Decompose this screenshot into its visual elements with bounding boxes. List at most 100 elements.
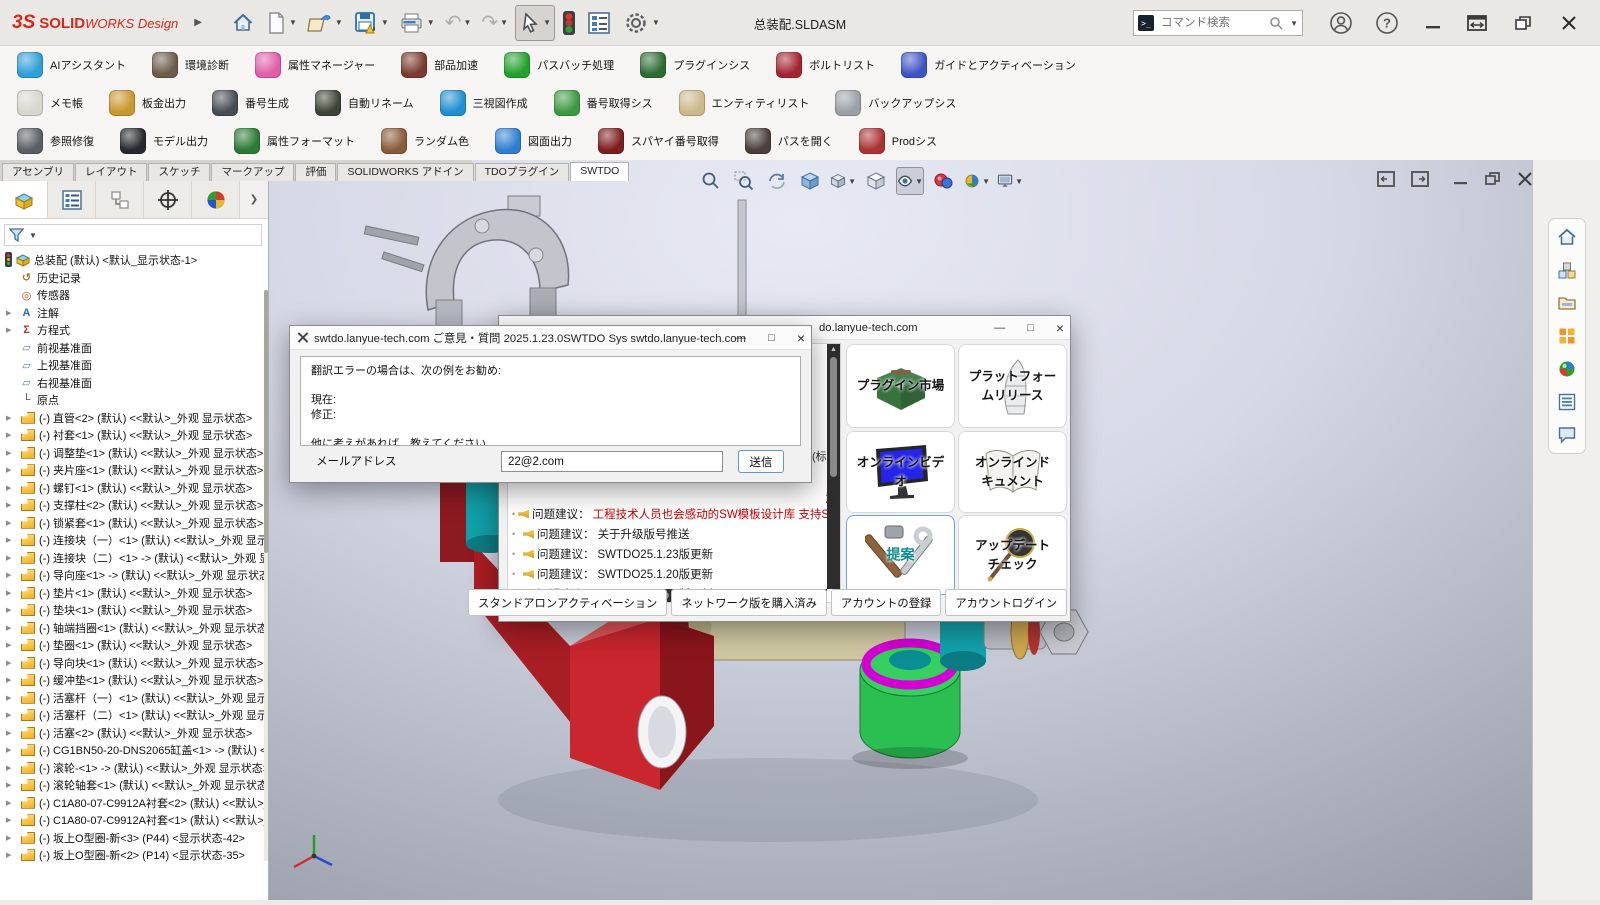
expand-arrow-icon[interactable]: ▶: [6, 746, 19, 754]
tree-item[interactable]: ▶ └ 原点: [0, 392, 268, 410]
hide-show-items-button[interactable]: ▼: [896, 167, 924, 195]
tree-filter[interactable]: ▼: [4, 224, 262, 246]
tree-component-row[interactable]: ▶ (-) 导向块<1> (默认) <<默认>_外观 显示状态>: [0, 654, 268, 672]
toolbar-button[interactable]: 属性マネージャー: [242, 48, 388, 82]
maximize-dialog-button[interactable]: □: [1027, 322, 1034, 334]
minimize-dialog-button[interactable]: —: [994, 322, 1005, 334]
tree-component-row[interactable]: ▶ (-) 锁紧套<1> (默认) <<默认>_外观 显示状态>: [0, 514, 268, 532]
panel-tabs-overflow[interactable]: ❯: [240, 181, 268, 218]
expand-arrow-icon[interactable]: ▶: [6, 624, 19, 632]
tile-left-icon[interactable]: [1376, 170, 1396, 188]
chevron-down-icon[interactable]: ▼: [1290, 19, 1298, 28]
logo-flyout-arrow-icon[interactable]: ▶: [194, 17, 202, 28]
toolbar-button[interactable]: プラグインシス: [627, 48, 763, 82]
help-button[interactable]: ?: [1372, 8, 1402, 38]
account-action-button[interactable]: アカウントの登録: [831, 589, 941, 616]
toolbar-button[interactable]: 環境診断: [139, 48, 242, 82]
expand-arrow-icon[interactable]: ▶: [6, 799, 19, 807]
chevron-down-icon[interactable]: ▼: [543, 18, 551, 27]
apply-scene-button[interactable]: ▼: [964, 168, 990, 194]
commandmanager-tab[interactable]: 評価: [295, 163, 336, 182]
toolbar-button[interactable]: Prodシス: [846, 124, 950, 158]
close-window-button[interactable]: [1554, 8, 1584, 38]
chevron-down-icon[interactable]: ▼: [29, 231, 37, 240]
tree-component-row[interactable]: ▶ (-) 夹片座<1> (默认) <<默认>_外观 显示状态>: [0, 462, 268, 480]
announcement-link[interactable]: • 问题建议： 工程技术人员也会感动的SW模板设计库 支持S: [512, 504, 824, 524]
tree-component-row[interactable]: ▶ (-) 活塞杆（二）<1> (默认) <<默认>_外观 显示状态>: [0, 707, 268, 725]
tree-component-row[interactable]: ▶ (-) 活塞<2> (默认) <<默认>_外观 显示状态>: [0, 724, 268, 742]
expand-arrow-icon[interactable]: ▶: [6, 431, 19, 439]
restore-window-button[interactable]: [1508, 8, 1538, 38]
tree-component-row[interactable]: ▶ (-) 调整垫<1> (默认) <<默认>_外观 显示状态>: [0, 444, 268, 462]
minimize-window-button[interactable]: [1418, 8, 1448, 38]
toggle-width-window-button[interactable]: [1462, 8, 1492, 38]
design-checker-button[interactable]: [559, 6, 579, 40]
expand-arrow-icon[interactable]: ▶: [6, 554, 19, 562]
scrollbar-thumb[interactable]: [264, 290, 268, 553]
tree-component-row[interactable]: ▶ (-) 直管<2> (默认) <<默认>_外观 显示状态>: [0, 409, 268, 427]
toolbar-button[interactable]: 参照修復: [4, 124, 107, 158]
tile-suggestion[interactable]: 提案: [846, 515, 955, 595]
tree-component-row[interactable]: ▶ (-) 坂上O型圈-新<3> (P44) <显示状态-42>: [0, 829, 268, 847]
expand-arrow-icon[interactable]: ▶: [6, 466, 19, 474]
expand-arrow-icon[interactable]: ▶: [6, 536, 19, 544]
announcement-text[interactable]: SWTDO25.1.20版更新: [598, 566, 714, 582]
tree-component-row[interactable]: ▶ (-) C1A80-07-C9912A衬套<2> (默认) <<默认>_外观: [0, 794, 268, 812]
chevron-down-icon[interactable]: ▼: [915, 177, 923, 186]
send-button[interactable]: 送信: [738, 450, 784, 473]
expand-arrow-icon[interactable]: ▶: [6, 606, 19, 614]
announcement-text[interactable]: 关于升级版号推送: [598, 526, 690, 542]
tab-featuremanager-tree[interactable]: [0, 181, 48, 218]
task-pane-custom-properties-button[interactable]: [1554, 390, 1580, 414]
feedback-body-text[interactable]: 翻訳エラーの場合は、次の例をお勧め: 現在: 修正: 他に考えがあれば、教えてく…: [300, 356, 801, 446]
search-input[interactable]: [1159, 16, 1264, 30]
toolbar-button[interactable]: AIアシスタント: [4, 48, 139, 82]
chevron-down-icon[interactable]: ▼: [982, 177, 990, 186]
expand-arrow-icon[interactable]: ▶: [6, 589, 19, 597]
expand-arrow-icon[interactable]: ▶: [6, 764, 19, 772]
search-icon[interactable]: [1269, 16, 1283, 30]
chevron-down-icon[interactable]: ▼: [500, 18, 508, 27]
tree-component-row[interactable]: ▶ (-) 垫片<1> (默认) <<默认>_外观 显示状态>: [0, 584, 268, 602]
task-pane-file-explorer-button[interactable]: [1554, 324, 1580, 348]
chevron-down-icon[interactable]: ▼: [335, 18, 343, 27]
commandmanager-tab[interactable]: SOLIDWORKS アドイン: [337, 163, 473, 182]
display-style-button[interactable]: [863, 168, 889, 194]
toolbar-button[interactable]: 部品加速: [388, 48, 491, 82]
tab-configurationmanager[interactable]: [96, 181, 144, 218]
tile-plugin-market[interactable]: プラグイン市場: [846, 344, 955, 428]
expand-arrow-icon[interactable]: ▶: [6, 414, 19, 422]
restore-document-icon[interactable]: [1484, 170, 1502, 188]
edit-appearance-button[interactable]: [931, 168, 957, 194]
toolbar-button[interactable]: パスバッチ処理: [491, 48, 627, 82]
expand-arrow-icon[interactable]: ▶: [6, 834, 19, 842]
toolbar-button[interactable]: エンティティリスト: [666, 86, 823, 120]
tree-component-row[interactable]: ▶ (-) 垫圈<1> (默认) <<默认>_外观 显示状态>: [0, 637, 268, 655]
account-action-button[interactable]: スタンドアロンアクティベーション: [468, 589, 667, 616]
commandmanager-tab[interactable]: レイアウト: [75, 163, 148, 182]
tree-component-row[interactable]: ▶ (-) C1A80-07-C9912A衬套<1> (默认) <<默认>_外观: [0, 812, 268, 830]
home-button[interactable]: [228, 6, 258, 40]
command-search[interactable]: >_ ▼: [1133, 10, 1303, 36]
toolbar-button[interactable]: ボルトリスト: [763, 48, 888, 82]
tree-item[interactable]: ▶ ▱ 上视基准面: [0, 357, 268, 375]
close-dialog-button[interactable]: ×: [1056, 320, 1064, 336]
toolbar-button[interactable]: 自動リネーム: [302, 86, 427, 120]
task-pane-resources-button[interactable]: [1554, 258, 1580, 282]
expand-arrow-icon[interactable]: ▶: [6, 711, 19, 719]
tile-online-video[interactable]: オンラインビデ オ: [846, 431, 955, 513]
chevron-down-icon[interactable]: ▼: [427, 18, 435, 27]
vertical-scrollbar[interactable]: ▲: [827, 344, 840, 589]
tab-propertymanager[interactable]: [48, 181, 96, 218]
tree-component-row[interactable]: ▶ (-) 连接块（一）<1> (默认) <<默认>_外观 显示状态>: [0, 532, 268, 550]
announcement-link[interactable]: • 问题建议： 关于升级版号推送: [512, 524, 824, 544]
tree-item[interactable]: ▶ A 注解: [0, 304, 268, 322]
toolbar-button[interactable]: ランダム色: [368, 124, 482, 158]
open-button[interactable]: ▼: [304, 6, 346, 40]
zoom-fit-button[interactable]: [698, 168, 724, 194]
task-pane-design-library-button[interactable]: [1554, 291, 1580, 315]
expand-arrow-icon[interactable]: ▶: [6, 781, 19, 789]
tree-item[interactable]: ▶ ▱ 前视基准面: [0, 339, 268, 357]
expand-arrow-icon[interactable]: ▶: [6, 309, 19, 317]
task-pane-appearances-button[interactable]: [1554, 357, 1580, 381]
